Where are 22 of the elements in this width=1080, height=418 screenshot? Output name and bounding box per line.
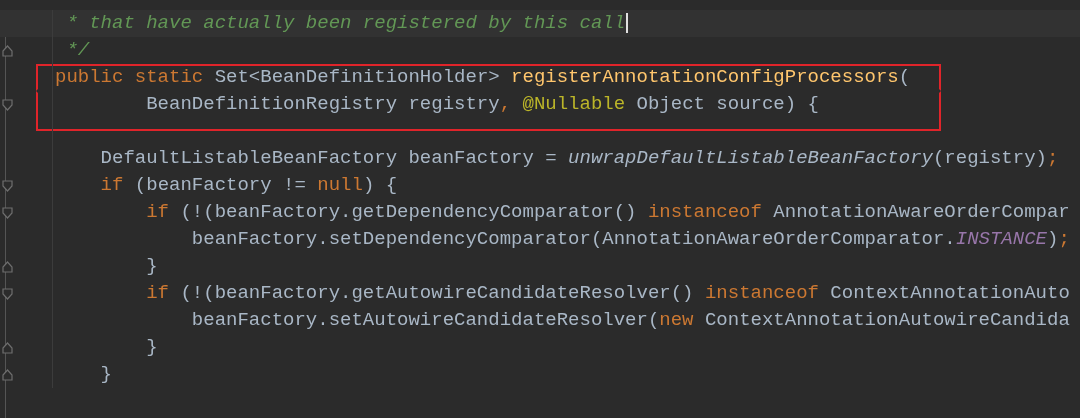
fold-icon[interactable] <box>2 207 13 219</box>
code-line: } <box>145 335 158 360</box>
text-caret <box>626 13 629 33</box>
code-line: } <box>99 362 112 387</box>
fold-icon[interactable] <box>2 288 13 300</box>
fold-icon[interactable] <box>2 261 13 273</box>
code-line: if (!(beanFactory.getAutowireCandidateResolver() instanceof ContextAnnotationAuto <box>145 281 1070 306</box>
code-line: } <box>145 254 158 279</box>
code-line: DefaultListableBeanFactory beanFactory = unwrapDefaultListableBeanFactory(registry); <box>99 146 1059 171</box>
code-line: if (!(beanFactory.getDependencyComparator() instanceof AnnotationAwareOrderCompar <box>145 200 1070 225</box>
code-line: beanFactory.setDependencyComparator(AnnotationAwareOrderComparator.INSTANCE); <box>190 227 1070 252</box>
fold-icon[interactable] <box>2 45 13 57</box>
code-line: * that have actually been registered by this call <box>65 11 626 36</box>
code-line: BeanDefinitionRegistry registry, @Nullable Object source) { <box>145 92 819 117</box>
code-line: */ <box>65 38 90 63</box>
code-line: if (beanFactory != null) { <box>99 173 398 198</box>
code-line: beanFactory.setAutowireCandidateResolver(new ContextAnnotationAutowireCandida <box>190 308 1070 333</box>
fold-icon[interactable] <box>2 369 13 381</box>
fold-icon[interactable] <box>2 99 13 111</box>
code-line: public static Set<BeanDefinitionHolder> registerAnnotationConfigProcessors( <box>55 65 911 90</box>
fold-icon[interactable] <box>2 180 13 192</box>
fold-icon[interactable] <box>2 342 13 354</box>
